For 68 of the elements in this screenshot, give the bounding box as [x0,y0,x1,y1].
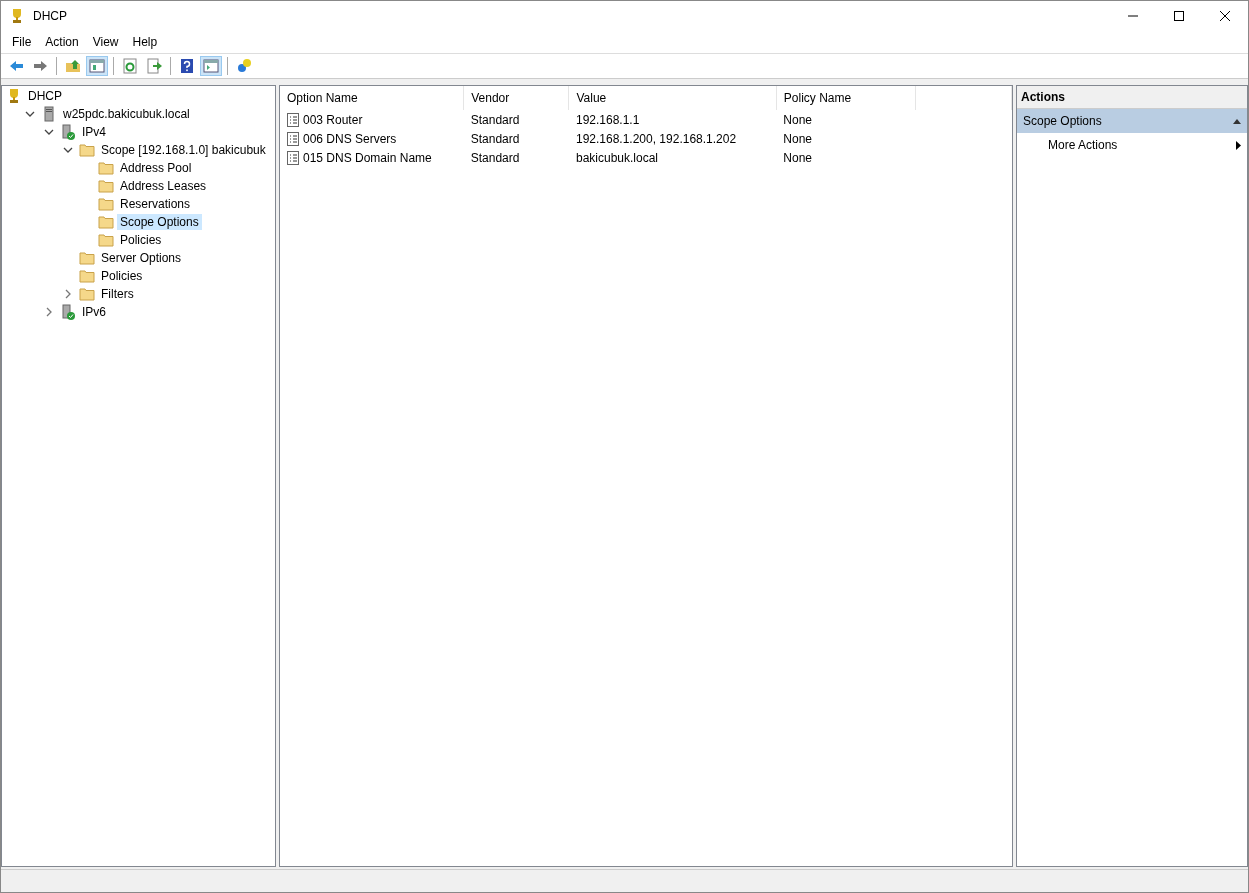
server-icon [41,106,57,122]
tree-item[interactable]: IPv4 [79,124,109,140]
tree-item[interactable]: IPv6 [79,304,109,320]
tree-item[interactable]: Policies [117,232,165,248]
tree-item[interactable]: Scope Options [117,214,202,230]
table-cell-text: Standard [469,149,521,167]
column-header[interactable]: Value [568,86,777,110]
up-icon [65,58,81,74]
menu-item[interactable]: View [85,35,126,49]
actions-header: Actions [1017,86,1247,109]
maximize-icon [1173,10,1185,22]
tree-item[interactable]: Scope [192.168.1.0] bakicubuk [98,142,269,158]
server-icon [60,124,76,140]
back-icon [8,58,24,74]
folder-icon [79,250,95,266]
tree-item[interactable]: w25pdc.bakicubuk.local [60,106,193,122]
refresh-icon [122,58,138,74]
column-header[interactable]: Vendor [463,86,569,110]
column-header[interactable]: Policy Name [776,86,916,110]
caret-icon [1236,140,1241,150]
expander-icon[interactable] [63,289,73,299]
tree-item[interactable]: Filters [98,286,137,302]
table-cell: 015 DNS Domain Name [303,150,432,165]
folder-icon [98,196,114,212]
window-title: DHCP [33,9,68,23]
folder-icon [79,268,95,284]
expander-icon[interactable] [44,127,54,137]
tree-item[interactable]: Reservations [117,196,194,212]
folder-icon [98,214,114,230]
column-header[interactable]: Option Name [280,86,464,110]
menu-item[interactable]: Help [125,35,165,49]
table-cell-text: Standard [469,130,521,148]
table-cell: 003 Router [303,112,363,127]
folder-icon [79,142,95,158]
tree-item[interactable]: Address Leases [117,178,210,194]
table-cell-text: None [782,149,813,167]
table-cell: None [776,110,916,129]
folder-icon [79,286,95,302]
list-icon [287,131,299,146]
close-icon [1219,10,1231,22]
server-icon [60,304,76,320]
export-icon [146,58,162,74]
help-icon [179,58,195,74]
folder-icon [98,178,114,194]
tree-item[interactable]: Policies [98,268,146,284]
expander-icon[interactable] [63,145,73,155]
action-section[interactable]: Scope Options [1017,109,1247,133]
list-icon [287,150,299,165]
table-cell: Standard [463,110,569,129]
action-item[interactable]: More Actions [1017,133,1247,157]
forward-icon [32,58,48,74]
list-icon [287,112,299,127]
tree-icon [89,58,105,74]
table-cell-text: bakicubuk.local [574,149,659,167]
tree-item[interactable]: DHCP [25,88,65,104]
folder-icon [98,232,114,248]
table-cell-text: None [782,130,813,148]
table-cell-text: 192.168.1.200, 192.168.1.202 [574,130,738,148]
table-cell: 006 DNS Servers [303,131,397,146]
table-cell: 192.168.1.1 [568,110,777,129]
expander-icon[interactable] [25,109,35,119]
folder-icon [98,160,114,176]
pane-icon [203,58,219,74]
menu-item[interactable]: Action [38,35,86,49]
tree-item[interactable]: Address Pool [117,160,195,176]
tree-item[interactable]: Server Options [98,250,185,266]
menu-item[interactable]: File [5,35,39,49]
expander-icon[interactable] [44,307,54,317]
